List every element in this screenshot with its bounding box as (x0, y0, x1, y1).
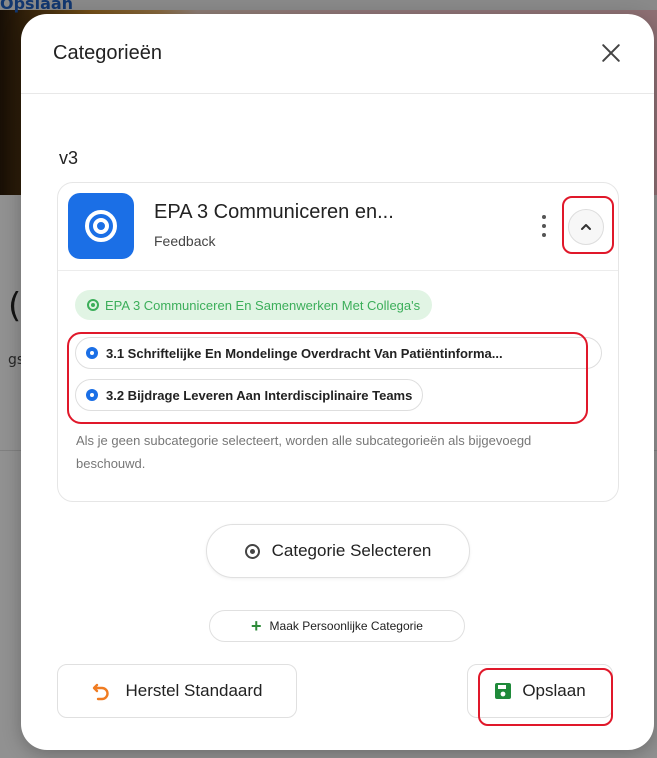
select-category-button[interactable]: Categorie Selecteren (206, 524, 470, 578)
reset-default-label: Herstel Standaard (125, 681, 263, 700)
modal-title: Categorieën (53, 42, 162, 64)
radio-selected-icon (86, 347, 98, 359)
category-card-header: EPA 3 Communiceren en... Feedback (58, 183, 618, 271)
subcategory-chip[interactable]: 3.2 Bijdrage Leveren Aan Interdisciplina… (75, 379, 424, 411)
save-icon (495, 683, 512, 699)
modal-header: Categorieën (21, 14, 654, 94)
target-icon (244, 543, 260, 559)
subcategory-label: 3.1 Schriftelijke En Mondelinge Overdrac… (106, 345, 503, 361)
categories-modal: Categorieën v3 EPA 3 Communiceren en... … (21, 14, 654, 750)
save-button[interactable]: Opslaan (467, 664, 613, 718)
main-category-label: EPA 3 Communiceren En Samenwerken Met Co… (105, 297, 421, 313)
reset-default-button[interactable]: Herstel Standaard (57, 664, 297, 718)
radio-selected-icon (86, 389, 98, 401)
plus-icon: + (251, 616, 262, 636)
create-personal-category-label: Maak Persoonlijke Categorie (269, 619, 423, 633)
collapse-button[interactable] (568, 209, 604, 245)
select-category-label: Categorie Selecteren (271, 541, 432, 560)
more-vertical-icon[interactable] (538, 215, 550, 239)
subcategory-label: 3.2 Bijdrage Leveren Aan Interdisciplina… (106, 387, 413, 403)
category-subtitle: Feedback (154, 233, 216, 249)
version-label: v3 (59, 148, 79, 168)
subcategory-hint: Als je geen subcategorie selecteert, wor… (76, 433, 532, 471)
subcategory-chip[interactable]: 3.1 Schriftelijke En Mondelinge Overdrac… (75, 337, 602, 369)
save-label: Opslaan (522, 681, 586, 700)
undo-icon (93, 683, 110, 701)
target-icon (87, 299, 99, 311)
close-icon[interactable] (598, 40, 624, 66)
target-icon (68, 193, 134, 259)
category-title: EPA 3 Communiceren en... (154, 201, 394, 223)
category-card: EPA 3 Communiceren en... Feedback EPA 3 … (57, 182, 619, 502)
main-category-chip[interactable]: EPA 3 Communiceren En Samenwerken Met Co… (75, 290, 433, 320)
create-personal-category-button[interactable]: + Maak Persoonlijke Categorie (209, 610, 465, 642)
chevron-up-icon (581, 224, 591, 230)
